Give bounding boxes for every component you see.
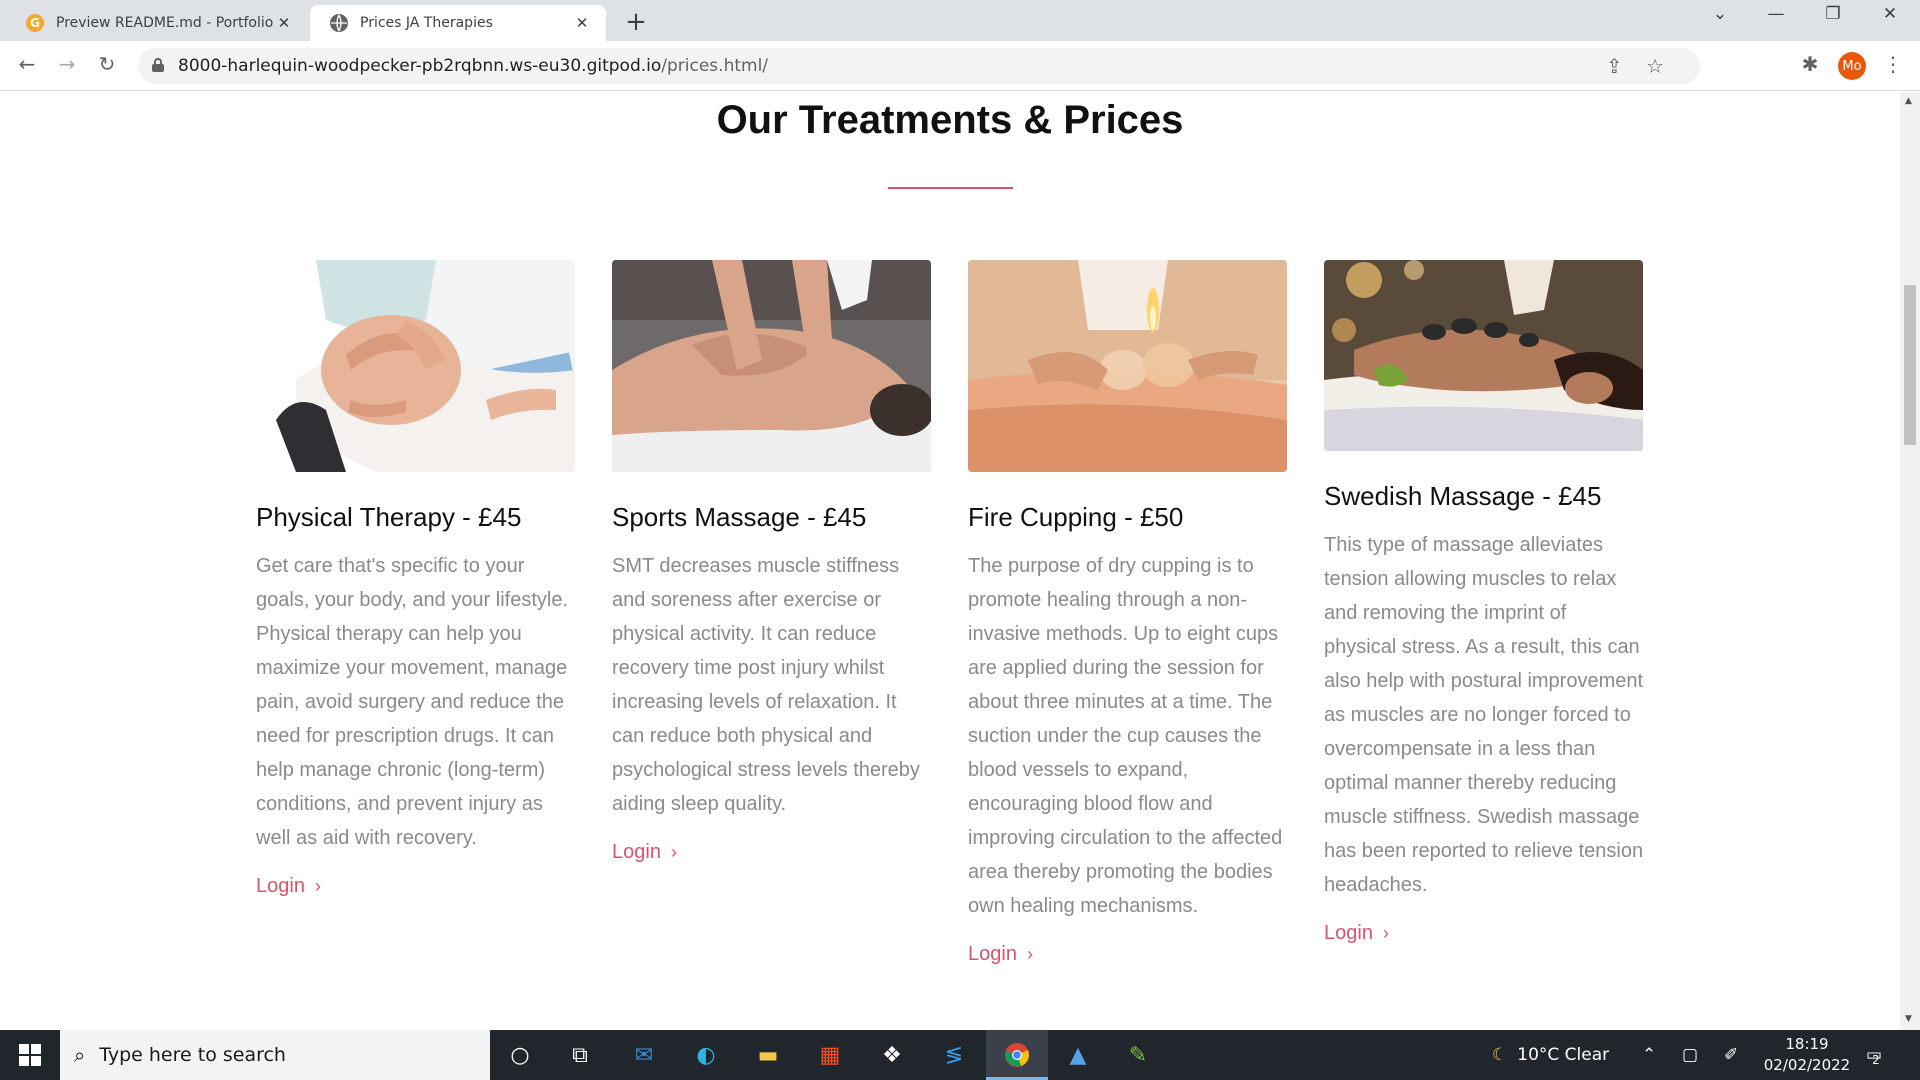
weather-widget[interactable]: ☾ 10°C Clear xyxy=(1492,1030,1609,1080)
system-clock[interactable]: 18:19 02/02/2022 xyxy=(1762,1034,1852,1076)
device-icon[interactable]: ▢ xyxy=(1682,1030,1698,1080)
chevron-right-icon: › xyxy=(314,876,321,896)
new-tab-button[interactable]: + xyxy=(622,7,650,37)
scroll-up-arrow-icon[interactable]: ▲ xyxy=(1905,96,1912,106)
card-description: This type of massage alleviates tension … xyxy=(1324,534,1644,896)
tab-title: Preview README.md - Portfolio-P xyxy=(56,15,274,31)
vscode-icon[interactable]: ≶ xyxy=(936,1038,972,1072)
physical-therapy-photo xyxy=(256,260,575,472)
tab-prices[interactable]: Prices JA Therapies ✕ xyxy=(310,5,606,41)
card-description: Get care that's specific to your goals, … xyxy=(256,555,569,849)
lock-icon[interactable] xyxy=(152,58,164,72)
scrollbar-thumb[interactable] xyxy=(1904,285,1916,445)
login-link-label: Login xyxy=(256,875,305,897)
notifications-button[interactable]: ▭ 2 xyxy=(1866,1030,1882,1080)
moon-icon: ☾ xyxy=(1492,1045,1508,1065)
page-title: Our Treatments & Prices xyxy=(716,98,1184,142)
restore-button[interactable]: ❐ xyxy=(1813,4,1853,24)
back-arrow-icon[interactable]: ← xyxy=(12,52,42,76)
globe-icon xyxy=(330,14,348,32)
search-icon: ⌕ xyxy=(74,1043,86,1067)
windows-taskbar: ⌕ Type here to search ○ ⧉ ✉ ◐ ▬ ▦ ❖ ≶ ▲ … xyxy=(0,1030,1920,1080)
share-icon[interactable]: ⇪ xyxy=(1606,54,1623,78)
tab-search-chevron-icon[interactable]: ⌄ xyxy=(1700,4,1740,24)
profile-avatar[interactable]: Mo xyxy=(1838,52,1866,80)
taskbar-search-input[interactable]: ⌕ Type here to search xyxy=(60,1030,490,1080)
windows-start-button[interactable] xyxy=(0,1030,60,1080)
login-link[interactable]: Login › xyxy=(968,943,1033,966)
file-explorer-icon[interactable]: ▬ xyxy=(750,1038,786,1072)
page-scrollbar[interactable]: ▲ ▼ xyxy=(1900,92,1920,1030)
clock-time: 18:19 xyxy=(1785,1035,1829,1053)
treatment-card-physical-therapy: Physical Therapy - £45 Get care that's s… xyxy=(256,260,576,898)
login-link[interactable]: Login › xyxy=(1324,922,1389,945)
task-view-icon[interactable]: ⧉ xyxy=(562,1038,598,1072)
bookmark-star-icon[interactable]: ☆ xyxy=(1646,54,1664,78)
weather-text: 10°C Clear xyxy=(1517,1045,1610,1065)
login-link[interactable]: Login › xyxy=(256,875,321,898)
treatment-card-sports-massage: Sports Massage - £45 SMT decreases muscl… xyxy=(612,260,932,864)
close-tab-icon[interactable]: ✕ xyxy=(572,14,592,32)
windows-logo-icon xyxy=(19,1044,41,1066)
title-divider xyxy=(888,187,1013,189)
page-viewport: Our Treatments & Prices Physical Therapy… xyxy=(0,92,1900,1030)
card-title: Swedish Massage - £45 xyxy=(1324,481,1602,511)
kebab-menu-icon[interactable]: ⋮ xyxy=(1878,52,1908,76)
chevron-right-icon: › xyxy=(670,842,677,862)
close-tab-icon[interactable]: ✕ xyxy=(274,14,294,32)
login-link-label: Login xyxy=(968,943,1017,965)
forward-arrow-icon[interactable]: → xyxy=(52,52,82,76)
card-description: The purpose of dry cupping is to promote… xyxy=(968,555,1283,917)
card-title: Sports Massage - £45 xyxy=(612,502,867,532)
login-link-label: Login xyxy=(612,841,661,863)
notification-count: 2 xyxy=(1872,1053,1880,1067)
chevron-right-icon: › xyxy=(1026,944,1033,964)
card-title: Physical Therapy - £45 xyxy=(256,502,522,532)
microsoft-store-icon[interactable]: ▦ xyxy=(812,1038,848,1072)
tab-readme-preview[interactable]: G Preview README.md - Portfolio-P ✕ xyxy=(6,5,308,41)
reload-icon[interactable]: ↻ xyxy=(92,52,122,76)
show-hidden-icons-chevron-icon[interactable]: ⌃ xyxy=(1642,1030,1656,1080)
sports-massage-photo xyxy=(612,260,931,472)
fire-cupping-photo xyxy=(968,260,1287,472)
card-title: Fire Cupping - £50 xyxy=(968,502,1184,532)
search-placeholder: Type here to search xyxy=(99,1044,286,1066)
gitpod-icon: G xyxy=(26,14,44,32)
tab-title: Prices JA Therapies xyxy=(360,15,493,31)
cortana-icon[interactable]: ○ xyxy=(502,1038,538,1072)
chevron-right-icon: › xyxy=(1382,923,1389,943)
scroll-down-arrow-icon[interactable]: ▼ xyxy=(1905,1014,1912,1024)
browser-toolbar: ← → ↻ 8000-harlequin-woodpecker-pb2rqbnn… xyxy=(0,41,1920,91)
chrome-icon[interactable] xyxy=(999,1038,1035,1072)
notepad-app-icon[interactable]: ✎ xyxy=(1120,1038,1156,1072)
browser-tab-strip: G Preview README.md - Portfolio-P ✕ Pric… xyxy=(0,0,1920,41)
clock-date: 02/02/2022 xyxy=(1763,1056,1851,1074)
url-text[interactable]: 8000-harlequin-woodpecker-pb2rqbnn.ws-eu… xyxy=(178,56,768,76)
card-description: SMT decreases muscle stiffness and soren… xyxy=(612,555,920,815)
dropbox-icon[interactable]: ❖ xyxy=(874,1038,910,1072)
swedish-massage-photo xyxy=(1324,260,1643,451)
treatment-card-swedish-massage: Swedish Massage - £45 This type of massa… xyxy=(1324,260,1644,945)
pen-workspace-icon[interactable]: ✐ xyxy=(1724,1030,1738,1080)
minimize-button[interactable]: — xyxy=(1756,4,1796,24)
login-link-label: Login xyxy=(1324,922,1373,944)
address-bar[interactable]: 8000-harlequin-woodpecker-pb2rqbnn.ws-eu… xyxy=(138,48,1700,84)
close-window-button[interactable]: ✕ xyxy=(1870,4,1910,24)
mail-icon[interactable]: ✉ xyxy=(626,1038,662,1072)
photos-icon[interactable]: ▲ xyxy=(1060,1038,1096,1072)
treatment-card-fire-cupping: Fire Cupping - £50 The purpose of dry cu… xyxy=(968,260,1288,966)
edge-browser-icon[interactable]: ◐ xyxy=(688,1038,724,1072)
extensions-puzzle-icon[interactable]: ✱ xyxy=(1795,52,1825,76)
login-link[interactable]: Login › xyxy=(612,841,677,864)
